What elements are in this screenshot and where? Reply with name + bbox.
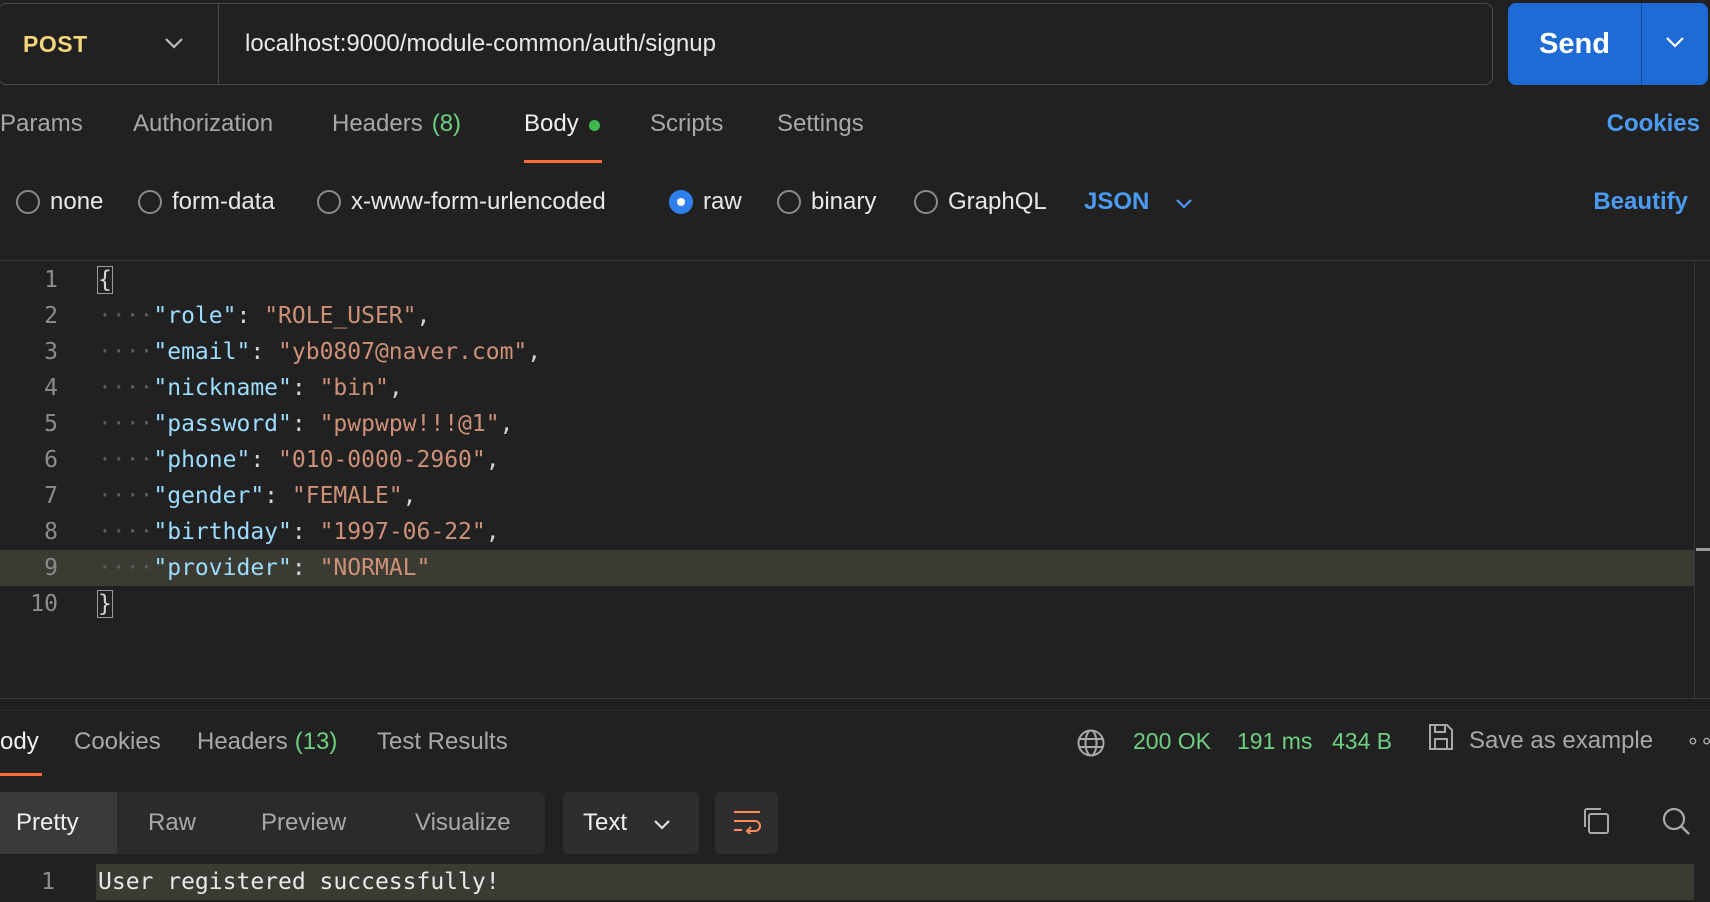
code-line-current: 9 ····"provider": "NORMAL"	[0, 550, 1694, 586]
wrap-lines-icon	[731, 808, 763, 839]
url-input[interactable]	[219, 4, 1492, 84]
radio-none[interactable]: none	[16, 188, 103, 216]
divider	[0, 710, 1710, 711]
radio-circle-checked	[669, 190, 693, 214]
tab-params[interactable]: Params	[0, 110, 83, 162]
view-visualize[interactable]: Visualize	[415, 792, 511, 854]
request-body-editor[interactable]: 1 { 2 ····"role": "ROLE_USER", 3 ····"em…	[0, 262, 1694, 698]
body-type-selector: none form-data x-www-form-urlencoded raw…	[0, 188, 1710, 222]
code-line: 3 ····"email": "yb0807@naver.com",	[44, 339, 542, 365]
radio-form-data[interactable]: form-data	[138, 188, 275, 216]
view-pretty[interactable]: Pretty	[0, 792, 117, 854]
response-format-select[interactable]: Text	[563, 792, 699, 854]
copy-icon	[1580, 805, 1612, 842]
code-line: 8 ····"birthday": "1997-06-22",	[44, 519, 500, 545]
code-line: 1 {	[44, 266, 113, 294]
resp-tab-headers[interactable]: Headers (13)	[197, 728, 337, 756]
tab-settings[interactable]: Settings	[777, 110, 864, 162]
response-body-text: User registered successfully!	[96, 864, 1694, 900]
save-icon	[1427, 722, 1469, 759]
send-button[interactable]: Send	[1508, 3, 1642, 85]
globe-icon[interactable]	[1076, 728, 1106, 763]
url-bar: POST	[0, 3, 1493, 85]
radio-circle	[16, 190, 40, 214]
response-body-line: 1 User registered successfully!	[0, 864, 1694, 900]
code-line: 6 ····"phone": "010-0000-2960",	[44, 447, 500, 473]
tab-body[interactable]: Body	[524, 110, 600, 162]
tab-scripts[interactable]: Scripts	[650, 110, 723, 162]
chevron-down-icon	[1665, 35, 1685, 53]
editor-scrollbar[interactable]	[1694, 262, 1710, 698]
code-line: 2 ····"role": "ROLE_USER",	[44, 303, 431, 329]
radio-circle	[317, 190, 341, 214]
wrap-lines-button[interactable]	[715, 792, 778, 854]
chevron-down-icon	[164, 36, 184, 54]
copy-button[interactable]	[1578, 805, 1614, 841]
headers-count: (13)	[294, 728, 338, 755]
radio-circle	[914, 190, 938, 214]
radio-binary[interactable]: binary	[777, 188, 876, 216]
response-time[interactable]: 191 ms	[1237, 728, 1312, 755]
code-line: 4 ····"nickname": "bin",	[44, 375, 403, 401]
active-resp-tab-indicator	[0, 773, 42, 776]
resp-tab-body[interactable]: ody	[0, 728, 39, 756]
active-tab-indicator	[524, 160, 602, 163]
send-options-button[interactable]	[1642, 3, 1708, 85]
status-code[interactable]: 200 OK	[1133, 728, 1211, 755]
search-icon	[1660, 805, 1692, 842]
radio-raw[interactable]: raw	[669, 188, 742, 216]
code-line: 10 }	[30, 590, 113, 618]
view-mode-selector: Pretty Raw Preview Visualize	[0, 792, 545, 854]
body-format-select[interactable]: JSON	[1084, 188, 1193, 216]
send-button-group: Send	[1508, 3, 1708, 85]
cookies-link[interactable]: Cookies	[1607, 110, 1700, 138]
request-tabs: Params Authorization Headers (8) Body Scr…	[0, 110, 1710, 166]
headers-count: (8)	[431, 110, 462, 137]
view-raw[interactable]: Raw	[148, 792, 196, 854]
response-tabs: ody Cookies Headers (13) Test Results 200…	[0, 724, 1710, 778]
save-as-example-button[interactable]: Save as example	[1427, 722, 1653, 759]
tab-headers[interactable]: Headers (8)	[332, 110, 461, 162]
chevron-down-icon	[653, 809, 671, 837]
scrollbar-marker	[1696, 548, 1710, 551]
resp-tab-cookies[interactable]: Cookies	[74, 728, 161, 756]
search-button[interactable]	[1658, 805, 1694, 841]
radio-circle	[777, 190, 801, 214]
divider	[0, 260, 1710, 261]
beautify-button[interactable]: Beautify	[1593, 188, 1688, 216]
radio-x-www-form-urlencoded[interactable]: x-www-form-urlencoded	[317, 188, 606, 216]
response-size[interactable]: 434 B	[1332, 728, 1392, 755]
code-line: 7 ····"gender": "FEMALE",	[44, 483, 417, 509]
resp-tab-test-results[interactable]: Test Results	[377, 728, 508, 756]
divider	[0, 698, 1710, 699]
radio-graphql[interactable]: GraphQL	[914, 188, 1047, 216]
method-select[interactable]: POST	[0, 4, 219, 84]
chevron-down-icon	[1175, 188, 1193, 216]
code-line: 5 ····"password": "pwpwpw!!!@1",	[44, 411, 514, 437]
tab-authorization[interactable]: Authorization	[133, 110, 273, 162]
view-preview[interactable]: Preview	[261, 792, 346, 854]
radio-circle	[138, 190, 162, 214]
modified-dot-icon	[588, 120, 600, 131]
method-label: POST	[23, 30, 88, 57]
more-options-icon[interactable]: ∘∘	[1686, 728, 1710, 754]
